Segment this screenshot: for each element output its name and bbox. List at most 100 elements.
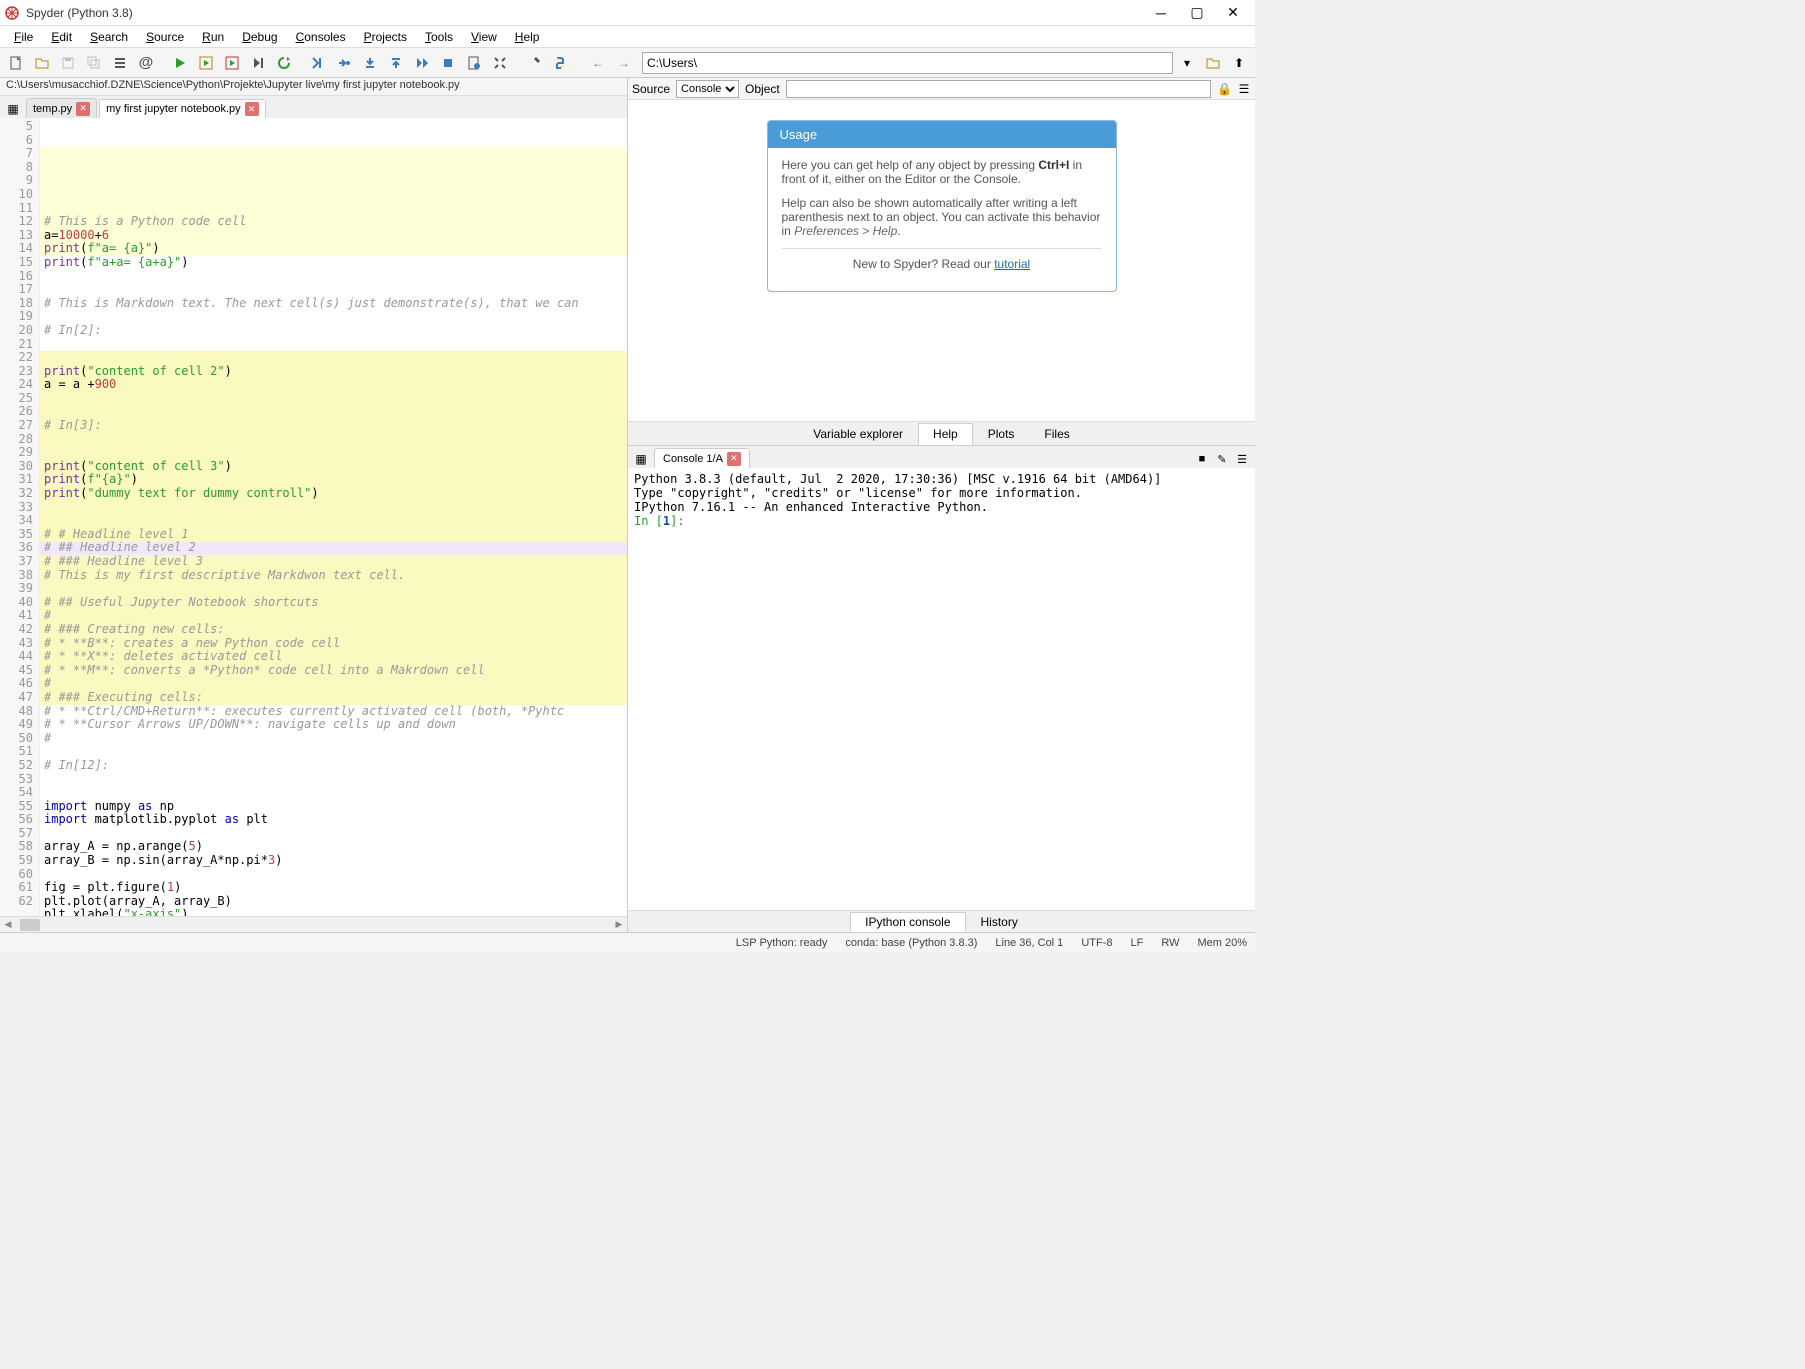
title-bar: Spyder (Python 3.8) ─ ▢ ✕ — [0, 0, 1255, 26]
new-file-icon[interactable] — [4, 51, 28, 75]
run-icon[interactable] — [168, 51, 192, 75]
breadcrumb: C:\Users\musacchiof.DZNE\Science\Python\… — [0, 78, 627, 96]
menu-consoles[interactable]: Consoles — [288, 28, 354, 46]
source-bar: Source Console Object 🔒 ☰ — [628, 78, 1255, 100]
save-all-icon[interactable] — [82, 51, 106, 75]
menu-tools[interactable]: Tools — [417, 28, 461, 46]
menu-file[interactable]: File — [6, 28, 41, 46]
debug-file-icon[interactable] — [462, 51, 486, 75]
console-pane-tabs: IPython consoleHistory — [628, 910, 1255, 932]
step-into-icon[interactable] — [358, 51, 382, 75]
clear-console-icon[interactable]: ✎ — [1213, 450, 1231, 468]
right-pane: Source Console Object 🔒 ☰ Usage Here you… — [628, 78, 1255, 932]
source-select[interactable]: Console — [676, 80, 739, 98]
scroll-left-icon[interactable]: ◀ — [0, 918, 16, 932]
options-icon[interactable]: ☰ — [1237, 82, 1251, 96]
editor-tab[interactable]: my first jupyter notebook.py✕ — [99, 99, 266, 119]
menu-view[interactable]: View — [463, 28, 505, 46]
run-cell-advance-icon[interactable] — [220, 51, 244, 75]
usage-title: Usage — [768, 121, 1116, 148]
cursor-position: Line 36, Col 1 — [995, 937, 1063, 949]
preferences-icon[interactable] — [522, 51, 546, 75]
code-area[interactable]: # This is a Python code cella=10000+6pri… — [40, 118, 627, 916]
back-icon[interactable]: ← — [586, 51, 610, 75]
at-icon[interactable]: @ — [134, 51, 158, 75]
menu-run[interactable]: Run — [194, 28, 232, 46]
encoding-status: UTF-8 — [1081, 937, 1112, 949]
main-area: C:\Users\musacchiof.DZNE\Science\Python\… — [0, 78, 1255, 932]
stop-console-icon[interactable]: ■ — [1193, 450, 1211, 468]
maximize-pane-icon[interactable] — [488, 51, 512, 75]
console-tab[interactable]: Console 1/A ✕ — [654, 448, 750, 468]
main-toolbar: @ ← → ▾ ⬆ — [0, 48, 1255, 78]
tutorial-link[interactable]: tutorial — [994, 257, 1030, 271]
menu-projects[interactable]: Projects — [356, 28, 415, 46]
spyder-icon — [4, 5, 20, 21]
scroll-right-icon[interactable]: ▶ — [611, 918, 627, 932]
console-output[interactable]: Python 3.8.3 (default, Jul 2 2020, 17:30… — [628, 468, 1255, 910]
working-dir-input[interactable] — [642, 52, 1173, 74]
code-editor[interactable]: 5678910111213141516171819202122232425262… — [0, 118, 627, 916]
open-file-icon[interactable] — [30, 51, 54, 75]
object-input[interactable] — [786, 80, 1211, 98]
continue-icon[interactable] — [410, 51, 434, 75]
console-pane: ▦ Console 1/A ✕ ■ ✎ ☰ Python 3.8.3 (defa… — [628, 446, 1255, 932]
forward-icon[interactable]: → — [612, 51, 636, 75]
close-icon[interactable]: ✕ — [245, 102, 259, 116]
step-out-icon[interactable] — [384, 51, 408, 75]
lsp-status: LSP Python: ready — [736, 937, 828, 949]
editor-tab[interactable]: temp.py✕ — [26, 98, 97, 118]
close-icon[interactable]: ✕ — [727, 452, 741, 466]
tab-help[interactable]: Help — [918, 423, 973, 445]
help-pane-tabs: Variable explorerHelpPlotsFiles — [628, 421, 1255, 445]
help-content: Usage Here you can get help of any objec… — [628, 100, 1255, 421]
usage-card: Usage Here you can get help of any objec… — [767, 120, 1117, 292]
source-label: Source — [632, 82, 670, 96]
parent-dir-icon[interactable]: ⬆ — [1227, 51, 1251, 75]
close-icon[interactable]: ✕ — [76, 102, 90, 116]
minimize-button[interactable]: ─ — [1143, 0, 1179, 26]
window-title: Spyder (Python 3.8) — [26, 6, 1143, 20]
console-options-icon[interactable]: ☰ — [1233, 450, 1251, 468]
tab-browse-icon[interactable]: ▦ — [4, 100, 22, 118]
tab-history[interactable]: History — [966, 912, 1033, 932]
scroll-thumb[interactable] — [20, 919, 40, 931]
lock-icon[interactable]: 🔒 — [1217, 82, 1231, 96]
console-browse-icon[interactable]: ▦ — [632, 450, 650, 468]
save-icon[interactable] — [56, 51, 80, 75]
menu-search[interactable]: Search — [82, 28, 136, 46]
tab-plots[interactable]: Plots — [973, 423, 1030, 445]
help-pane: Source Console Object 🔒 ☰ Usage Here you… — [628, 78, 1255, 446]
rw-status: RW — [1161, 937, 1179, 949]
menu-help[interactable]: Help — [507, 28, 548, 46]
conda-status: conda: base (Python 3.8.3) — [845, 937, 977, 949]
python-path-icon[interactable] — [548, 51, 572, 75]
menu-debug[interactable]: Debug — [234, 28, 285, 46]
menu-edit[interactable]: Edit — [43, 28, 80, 46]
menu-source[interactable]: Source — [138, 28, 192, 46]
close-button[interactable]: ✕ — [1215, 0, 1251, 26]
console-tabs: ▦ Console 1/A ✕ ■ ✎ ☰ — [628, 446, 1255, 468]
tab-variable-explorer[interactable]: Variable explorer — [798, 423, 918, 445]
object-label: Object — [745, 82, 780, 96]
list-icon[interactable] — [108, 51, 132, 75]
run-selection-icon[interactable] — [246, 51, 270, 75]
rerun-icon[interactable] — [272, 51, 296, 75]
eol-status: LF — [1130, 937, 1143, 949]
debug-icon[interactable] — [306, 51, 330, 75]
memory-status: Mem 20% — [1197, 937, 1247, 949]
browse-dir-icon[interactable] — [1201, 51, 1225, 75]
step-icon[interactable] — [332, 51, 356, 75]
editor-hscroll[interactable]: ◀ ▶ — [0, 916, 627, 932]
run-cell-icon[interactable] — [194, 51, 218, 75]
editor-pane: C:\Users\musacchiof.DZNE\Science\Python\… — [0, 78, 628, 932]
tab-files[interactable]: Files — [1029, 423, 1084, 445]
usage-body: Here you can get help of any object by p… — [768, 148, 1116, 291]
maximize-button[interactable]: ▢ — [1179, 0, 1215, 26]
gutter: 5678910111213141516171819202122232425262… — [0, 118, 40, 916]
dir-dropdown-icon[interactable]: ▾ — [1175, 51, 1199, 75]
stop-icon[interactable] — [436, 51, 460, 75]
editor-tabs: ▦ temp.py✕my first jupyter notebook.py✕ — [0, 96, 627, 118]
tab-ipython-console[interactable]: IPython console — [850, 912, 965, 932]
menu-bar: FileEditSearchSourceRunDebugConsolesProj… — [0, 26, 1255, 48]
